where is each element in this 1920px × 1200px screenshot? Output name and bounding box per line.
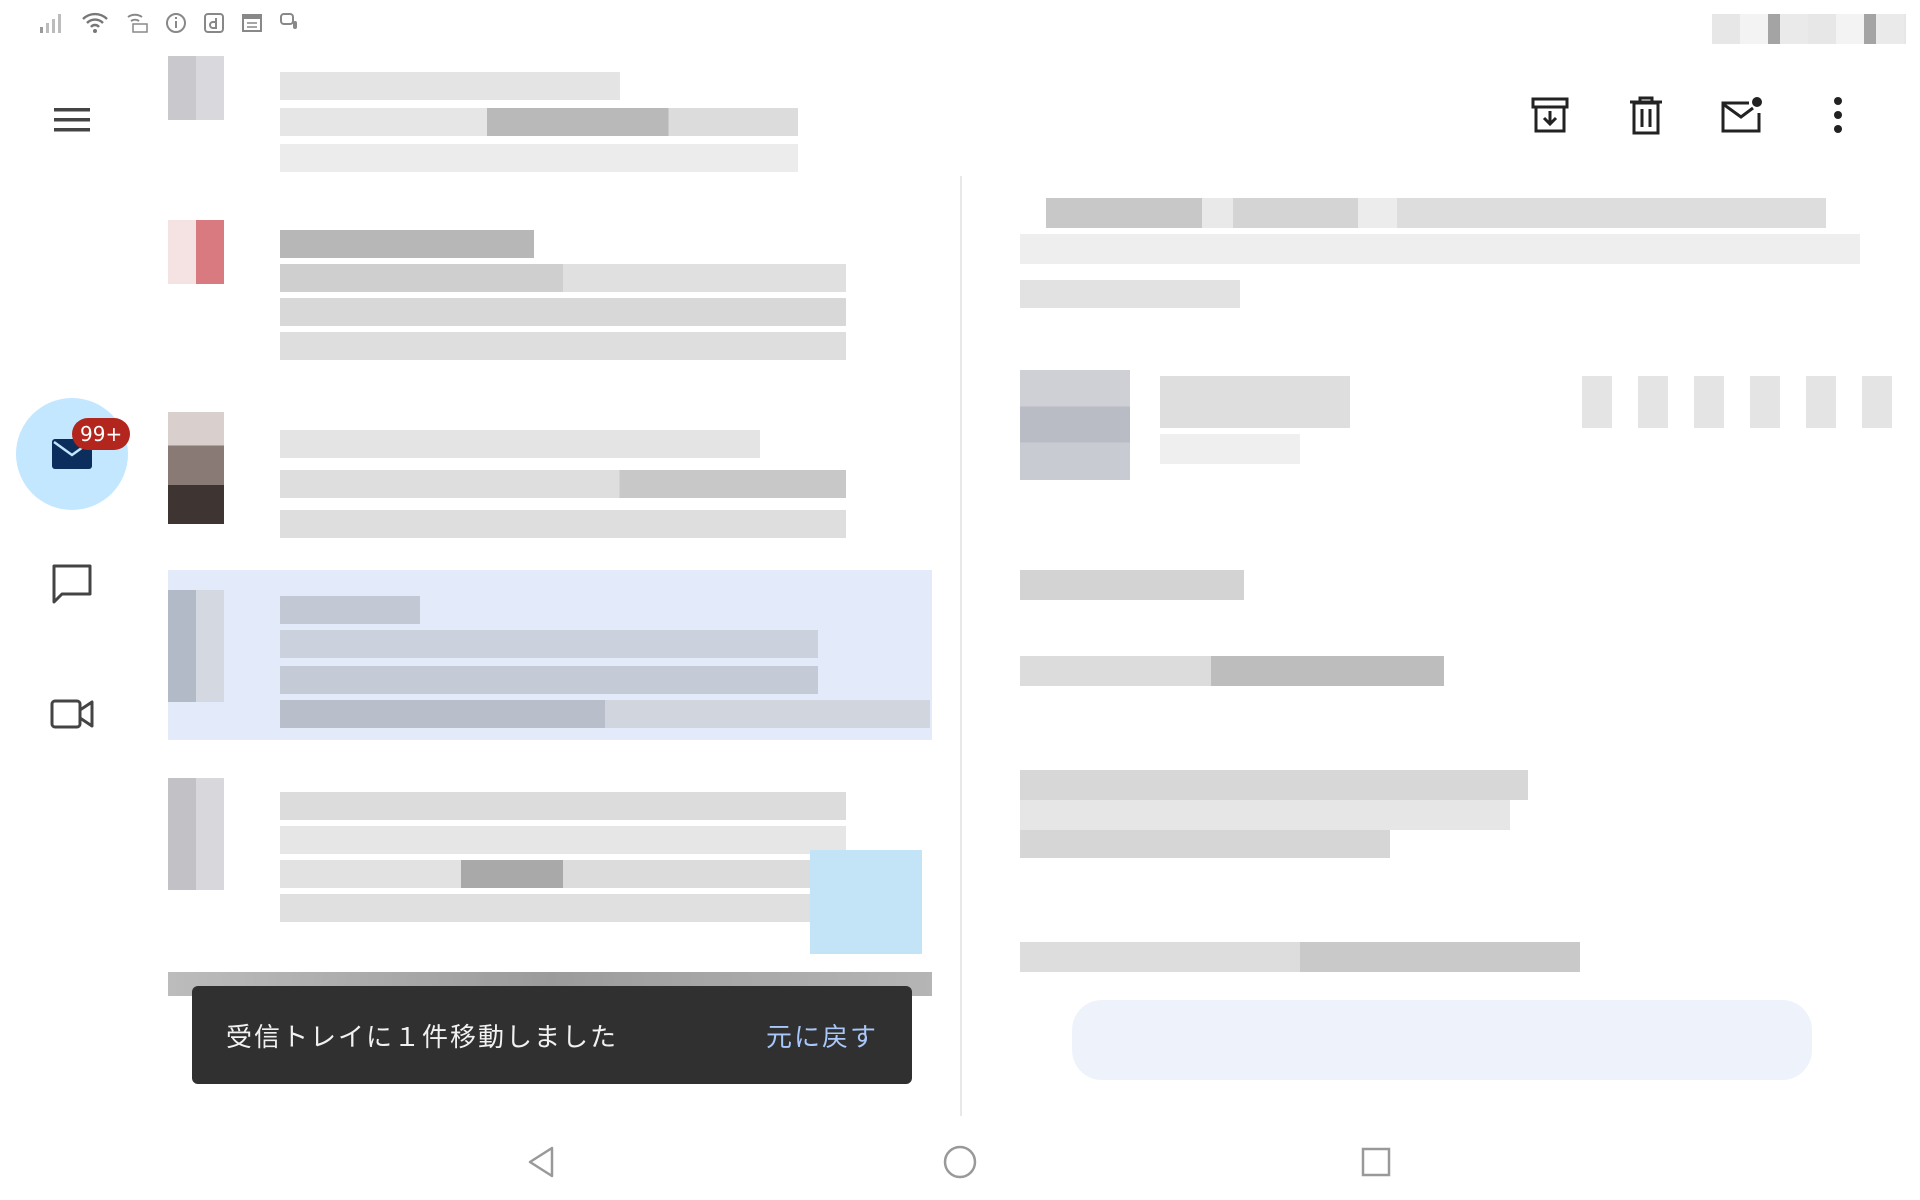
sender-name (1160, 376, 1350, 428)
archive-button[interactable] (1520, 85, 1580, 145)
pane-divider (960, 176, 962, 1116)
recents-button[interactable] (1352, 1138, 1400, 1186)
chat-icon (52, 564, 92, 604)
meet-tab[interactable] (48, 690, 96, 738)
home-icon (943, 1145, 977, 1179)
recents-icon (1361, 1147, 1391, 1177)
status-bar (0, 0, 1920, 52)
signal-icon (40, 14, 61, 33)
menu-icon (54, 108, 90, 132)
snackbar: 受信トレイに１件移動しました 元に戻す (192, 986, 912, 1084)
unread-count-badge: 99+ (72, 418, 131, 450)
avatar (168, 220, 224, 284)
wifi-icon (82, 12, 108, 33)
chat-tab[interactable] (48, 560, 96, 608)
menu-button[interactable] (48, 100, 96, 140)
trash-icon (1630, 96, 1662, 135)
undo-button[interactable]: 元に戻す (766, 1017, 878, 1054)
mail-list-item[interactable] (168, 200, 932, 380)
mark-unread-button[interactable] (1712, 85, 1772, 145)
back-button[interactable] (518, 1138, 566, 1186)
reply-box[interactable] (1072, 1000, 1812, 1080)
info-icon (166, 13, 186, 33)
mail-list-item-selected[interactable] (168, 570, 932, 740)
subject-line (1046, 198, 1826, 228)
message-actions (1582, 376, 1892, 428)
delete-button[interactable] (1616, 85, 1676, 145)
avatar (168, 778, 224, 890)
star-highlight (810, 850, 922, 954)
video-icon (50, 699, 94, 729)
avatar (168, 56, 224, 120)
d-app-icon (204, 13, 224, 33)
mail-list-item[interactable] (168, 400, 932, 580)
more-vert-icon (1834, 97, 1842, 133)
mail-tab[interactable] (16, 398, 128, 510)
volte-icon (127, 13, 148, 33)
mail-list-item[interactable] (168, 766, 932, 956)
voice-icon (280, 13, 297, 29)
archive-icon (1531, 97, 1569, 133)
avatar (168, 590, 224, 702)
message-toolbar (1520, 80, 1868, 150)
status-icons (38, 10, 302, 36)
mail-list-item[interactable] (168, 48, 932, 180)
calendar-icon (242, 14, 262, 32)
sender-avatar (1020, 370, 1130, 480)
avatar (168, 412, 224, 524)
system-nav-bar (0, 1120, 1920, 1200)
back-icon (528, 1146, 554, 1178)
mark-unread-icon (1721, 97, 1762, 133)
home-button[interactable] (936, 1138, 984, 1186)
status-right-indicators (1712, 14, 1906, 44)
more-options-button[interactable] (1808, 85, 1868, 145)
snackbar-message: 受信トレイに１件移動しました (226, 1022, 619, 1053)
reading-pane (990, 170, 1892, 1090)
mail-list[interactable] (150, 48, 932, 1108)
